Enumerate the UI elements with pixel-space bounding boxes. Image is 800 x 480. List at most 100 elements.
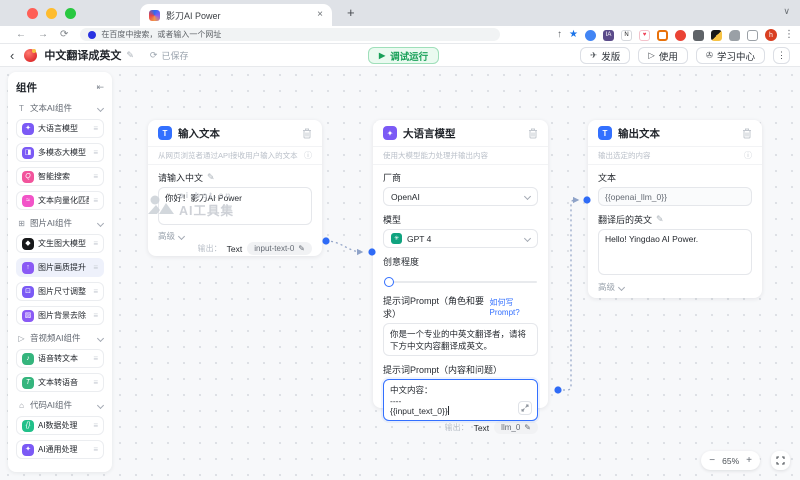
creativity-slider[interactable] [384,276,537,288]
drag-handle-icon[interactable]: ≡ [93,421,98,430]
collapse-sidebar-icon[interactable]: ⇤ [96,82,104,93]
minimize-window-button[interactable] [46,8,57,19]
node-output-text[interactable]: T 输出文本 输出选定的内容 ⓘ 文本 {{openai_llm_0}} 翻译后… [588,120,762,298]
output-variable-pill[interactable]: llm_0 ✎ [494,421,538,434]
sidebar-item-text2speech[interactable]: T 文本转语音 ≡ [16,373,104,392]
zoom-level: 65% [722,455,740,466]
info-icon[interactable]: ⓘ [304,150,312,161]
play-icon: ▶ [379,50,386,60]
port-llm-out[interactable] [554,386,562,394]
sidebar-item-image-resize[interactable]: ⊡ 图片尺寸调整 ≡ [16,282,104,301]
drag-handle-icon[interactable]: ≡ [93,445,98,454]
drag-handle-icon[interactable]: ≡ [93,124,98,133]
more-actions-button[interactable]: ⋮ [773,47,790,64]
publish-button[interactable]: ✈ 发版 [580,47,631,64]
ext-globe-icon[interactable] [585,29,596,41]
ext-window-icon[interactable] [747,29,758,41]
bookmark-star-icon[interactable]: ★ [569,30,578,40]
back-button[interactable]: ‹ [10,49,14,62]
sidebar-item-text2image[interactable]: ◆ 文生图大模型 ≡ [16,234,104,253]
translated-text-field[interactable]: Hello! Yingdao AI Power. [598,229,752,275]
delete-node-icon[interactable] [528,128,538,139]
section-image-ai[interactable]: ⊞ 图片AI组件 [17,217,105,229]
sidebar-item-ai-data[interactable]: {} AI数据处理 ≡ [16,416,104,435]
vendor-select[interactable]: OpenAI [383,187,538,206]
node-input-text[interactable]: T 输入文本 从网页浏览者通过API接收用户输入的文本 ⓘ 请输入中文 ✎ 你好！… [148,120,322,256]
port-input-out[interactable] [322,237,330,245]
edit-label-pencil-icon[interactable]: ✎ [207,172,215,183]
edit-pencil-icon[interactable]: ✎ [524,423,531,432]
nav-forward-icon[interactable]: → [38,29,48,40]
ext-orange-icon[interactable] [657,29,668,41]
drag-handle-icon[interactable]: ≡ [93,354,98,363]
profile-avatar[interactable]: h [765,29,777,41]
drag-handle-icon[interactable]: ≡ [93,311,98,320]
maximize-window-button[interactable] [65,8,76,19]
drag-handle-icon[interactable]: ≡ [93,263,98,272]
browser-menu-icon[interactable]: ⋮ [784,30,794,40]
drag-handle-icon[interactable]: ≡ [93,148,98,157]
sidebar-item-multimodal[interactable]: ◨ 多模态大模型 ≡ [16,143,104,162]
ext-notion-icon[interactable]: N [621,29,632,41]
sidebar-item-vector-match[interactable]: ≈ 文本向量化匹配 ≡ [16,191,104,210]
prompt-help-link[interactable]: 如何写Prompt? [489,297,538,317]
advanced-toggle[interactable]: 高级 [158,230,312,242]
use-button[interactable]: ▷ 使用 [638,47,688,64]
slider-knob[interactable] [384,277,394,287]
ext-red-icon[interactable] [675,29,686,41]
ext-camera-icon[interactable] [693,29,704,41]
node-llm[interactable]: ✦ 大语言模型 使用大模型能力处理并输出内容 厂商 OpenAI 模型 ✳ GPT… [373,120,548,434]
window-chevron-icon[interactable]: ∨ [783,6,790,17]
advanced-toggle[interactable]: 高级 [598,281,752,293]
nav-back-icon[interactable]: ← [16,29,26,40]
nav-reload-icon[interactable]: ⟳ [60,29,68,40]
learn-center-button[interactable]: ✇ 学习中心 [695,47,765,64]
edit-pencil-icon[interactable]: ✎ [298,244,305,253]
prompt-content-field[interactable]: 中文内容： ---- {{input_text_0}} [383,379,538,421]
sidebar-item-ai-general[interactable]: ✦ AI通用处理 ≡ [16,440,104,459]
section-av-ai[interactable]: ▷ 音视频AI组件 [17,332,105,344]
section-text-ai[interactable]: T 文本AI组件 [17,102,105,114]
delete-node-icon[interactable] [302,128,312,139]
edit-label-pencil-icon[interactable]: ✎ [656,214,664,225]
ext-shield-icon[interactable] [711,29,722,41]
prompt-role-field[interactable]: 你是一个专业的中英文翻译者，请将下方中文内容翻译成英文。 [383,323,538,356]
sidebar-item-image-enhance[interactable]: ↑ 图片画质提升 ≡ [16,258,104,277]
fit-view-button[interactable] [771,451,790,470]
drag-handle-icon[interactable]: ≡ [93,239,98,248]
address-bar[interactable]: 在百度中搜索，或者输入一个网址 [80,28,501,41]
tab-close-icon[interactable]: × [317,10,323,20]
output-source-field[interactable]: {{openai_llm_0}} [598,187,752,206]
new-tab-button[interactable]: + [347,5,355,20]
expand-textarea-icon[interactable] [518,401,532,415]
sidebar-item-llm[interactable]: ✦ 大语言模型 ≡ [16,119,104,138]
drag-handle-icon[interactable]: ≡ [93,287,98,296]
zoom-out-button[interactable]: − [709,455,715,466]
workflow-icon [24,48,38,62]
workflow-canvas[interactable]: 组件 ⇤ T 文本AI组件 ✦ 大语言模型 ≡ ◨ 多模态大模型 ≡ Q 智能搜… [0,67,800,480]
delete-node-icon[interactable] [742,128,752,139]
close-window-button[interactable] [27,8,38,19]
rename-pencil-icon[interactable]: ✎ [126,50,134,61]
multimodal-icon: ◨ [22,146,34,159]
drag-handle-icon[interactable]: ≡ [93,196,98,205]
drag-handle-icon[interactable]: ≡ [93,172,98,181]
section-code-ai[interactable]: ⌂ 代码AI组件 [17,399,105,411]
share-icon[interactable]: ↑ [557,30,562,40]
sidebar-item-bg-remove[interactable]: ▨ 图片背景去除 ≡ [16,306,104,325]
browser-tab[interactable]: 影刀AI Power × [140,4,332,26]
debug-run-button[interactable]: ▶ 调试运行 [368,47,440,64]
ai-data-icon: {} [22,419,34,432]
sidebar-item-smart-search[interactable]: Q 智能搜索 ≡ [16,167,104,186]
ext-pocket-icon[interactable]: ♥ [639,29,650,41]
extensions-puzzle-icon[interactable] [729,29,740,41]
output-variable-pill[interactable]: input-text-0 ✎ [247,242,312,255]
info-icon[interactable]: ⓘ [744,150,752,161]
zoom-in-button[interactable]: + [746,455,752,466]
drag-handle-icon[interactable]: ≡ [93,378,98,387]
input-text-field[interactable]: 你好！影刀AI Power [158,187,312,225]
sidebar-item-speech2text[interactable]: ♪ 语音转文本 ≡ [16,349,104,368]
ext-ia-icon[interactable]: IA [603,29,614,41]
zoom-control: − 65% + [701,451,760,470]
model-select[interactable]: ✳ GPT 4 [383,229,538,248]
